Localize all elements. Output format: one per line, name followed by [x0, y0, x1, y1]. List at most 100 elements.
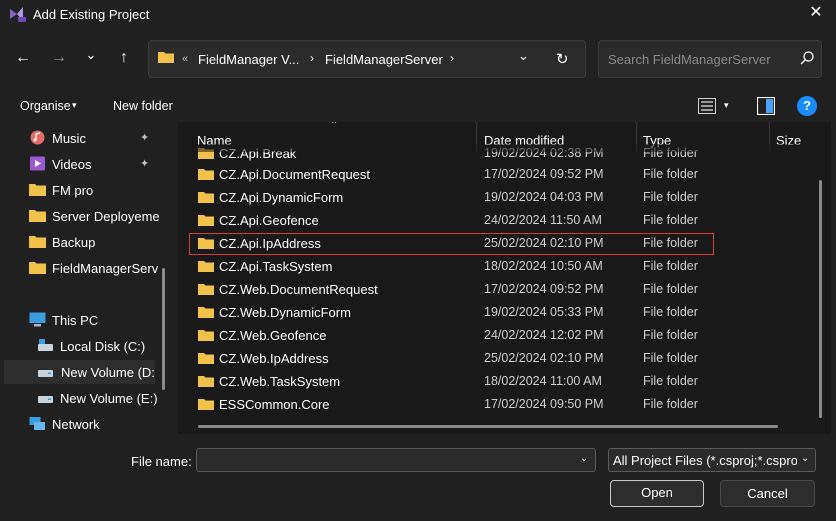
- file-type-filter-value: All Project Files (*.csproj;*.csproj: [613, 453, 797, 468]
- sidebar-item-new-volume-e[interactable]: New Volume (E:): [8, 386, 168, 410]
- table-row[interactable]: CZ.Web.TaskSystem 18/02/2024 11:00 AM Fi…: [178, 370, 798, 393]
- sidebar-item-videos[interactable]: Videos ✦: [0, 152, 160, 176]
- window-title: Add Existing Project: [33, 7, 150, 22]
- file-name-label: File name:: [131, 454, 192, 469]
- folder-icon: [198, 169, 214, 180]
- sidebar-item-network[interactable]: Network: [0, 412, 160, 434]
- sidebar-item-label: Videos: [52, 157, 92, 172]
- sidebar-item-label: New Volume (E:): [60, 391, 158, 406]
- forward-button[interactable]: →: [48, 47, 70, 69]
- folder-icon: [198, 353, 214, 364]
- table-row[interactable]: CZ.Api.TaskSystem 18/02/2024 10:50 AM Fi…: [178, 255, 798, 278]
- view-options-icon[interactable]: [698, 98, 716, 114]
- sort-ascending-icon: ⌃: [330, 122, 339, 131]
- folder-icon: [198, 399, 214, 410]
- sidebar-item-fieldmanagerserver[interactable]: FieldManagerServ: [0, 256, 160, 280]
- file-date: 24/02/2024 12:02 PM: [484, 328, 604, 342]
- sidebar-item-music[interactable]: Music ✦: [0, 126, 160, 150]
- folder-icon: [29, 210, 46, 222]
- file-name: CZ.Web.Geofence: [219, 328, 327, 343]
- folder-icon: [29, 236, 46, 248]
- file-type: File folder: [643, 213, 698, 227]
- file-type: File folder: [643, 305, 698, 319]
- table-row[interactable]: CZ.Api.DocumentRequest 17/02/2024 09:52 …: [178, 163, 798, 186]
- chevron-down-icon[interactable]: ▾: [72, 100, 77, 111]
- search-input[interactable]: Search FieldManagerServer: [608, 52, 771, 67]
- sidebar-item-fm-pro[interactable]: FM pro: [0, 178, 160, 202]
- cancel-button[interactable]: Cancel: [720, 480, 815, 507]
- help-icon[interactable]: ?: [797, 96, 817, 116]
- breadcrumb-overflow[interactable]: «: [182, 53, 188, 65]
- breadcrumb-item[interactable]: FieldManagerServer: [325, 52, 443, 67]
- table-row[interactable]: CZ.Web.DynamicForm 19/02/2024 05:33 PM F…: [178, 301, 798, 324]
- file-date: 17/02/2024 09:52 PM: [484, 282, 604, 296]
- sidebar-item-server-deployement[interactable]: Server Deployeme: [0, 204, 160, 228]
- file-type: File folder: [643, 397, 698, 411]
- file-date: 18/02/2024 10:50 AM: [484, 259, 603, 273]
- table-row[interactable]: CZ.Web.Geofence 24/02/2024 12:02 PM File…: [178, 324, 798, 347]
- preview-pane-icon[interactable]: [757, 97, 775, 115]
- network-icon: [29, 417, 45, 430]
- sidebar-item-label: Backup: [52, 235, 96, 250]
- folder-icon: [198, 192, 214, 203]
- up-button[interactable]: ↑: [113, 47, 135, 69]
- file-date: 24/02/2024 11:50 AM: [484, 213, 602, 227]
- file-type: File folder: [643, 351, 698, 365]
- folder-icon: [198, 307, 214, 318]
- chevron-down-icon[interactable]: ▾: [724, 100, 729, 111]
- file-date: 19/02/2024 05:33 PM: [484, 305, 604, 319]
- breadcrumb-item[interactable]: FieldManager V...: [198, 52, 299, 67]
- open-button[interactable]: Open: [610, 480, 704, 507]
- file-list: ⌃ Name Date modified Type Size CZ.Api.Br…: [178, 122, 831, 434]
- close-icon[interactable]: ✕: [806, 3, 826, 23]
- file-list-horizontal-scrollbar[interactable]: [198, 425, 778, 428]
- file-name: ESSCommon.Core: [219, 397, 330, 412]
- new-folder-button[interactable]: New folder: [113, 99, 173, 113]
- table-row[interactable]: ESSCommon.Core 17/02/2024 09:50 PM File …: [178, 393, 798, 416]
- file-name-input[interactable]: [196, 448, 596, 472]
- file-date: 25/02/2024 02:10 PM: [484, 351, 604, 365]
- organise-button[interactable]: Organise: [20, 99, 71, 113]
- file-name: CZ.Web.TaskSystem: [219, 374, 341, 389]
- breadcrumb-separator[interactable]: ›: [450, 51, 454, 65]
- folder-icon: [198, 215, 214, 226]
- file-type: File folder: [643, 374, 698, 388]
- sidebar-scrollbar[interactable]: [162, 268, 165, 390]
- sidebar-item-label: FieldManagerServ: [52, 261, 159, 276]
- file-date: 19/02/2024 04:03 PM: [484, 190, 604, 204]
- file-date: 17/02/2024 09:50 PM: [484, 397, 604, 411]
- folder-icon: [29, 262, 46, 274]
- chevron-down-icon[interactable]: ⌄: [801, 453, 809, 464]
- drive-icon: [38, 370, 53, 377]
- pc-icon: [29, 312, 46, 327]
- sidebar-item-backup[interactable]: Backup: [0, 230, 160, 254]
- refresh-icon[interactable]: ↻: [556, 50, 569, 68]
- file-name: CZ.Api.TaskSystem: [219, 259, 333, 274]
- file-list-vertical-scrollbar[interactable]: [819, 180, 822, 418]
- header-fade: [178, 144, 831, 152]
- table-row[interactable]: CZ.Api.Geofence 24/02/2024 11:50 AM File…: [178, 209, 798, 232]
- sidebar-item-local-disk-c[interactable]: Local Disk (C:): [8, 334, 168, 358]
- folder-icon: [198, 284, 214, 295]
- address-dropdown-icon[interactable]: ⌄: [518, 48, 529, 64]
- table-row[interactable]: CZ.Web.IpAddress 25/02/2024 02:10 PM Fil…: [178, 347, 798, 370]
- back-button[interactable]: ←: [12, 47, 34, 69]
- file-name: CZ.Web.DocumentRequest: [219, 282, 378, 297]
- sidebar-item-label: Server Deployeme: [52, 209, 160, 224]
- file-type: File folder: [643, 190, 698, 204]
- file-name: CZ.Api.DocumentRequest: [219, 167, 371, 182]
- pin-icon: ✦: [140, 132, 150, 144]
- table-row[interactable]: CZ.Web.DocumentRequest 17/02/2024 09:52 …: [178, 278, 798, 301]
- sidebar-item-this-pc[interactable]: This PC: [0, 308, 160, 332]
- sidebar-item-new-volume-d[interactable]: New Volume (D:: [4, 360, 155, 384]
- pin-icon: ✦: [140, 158, 150, 170]
- file-type: File folder: [643, 259, 698, 273]
- table-row[interactable]: CZ.Api.DynamicForm 19/02/2024 04:03 PM F…: [178, 186, 798, 209]
- search-icon[interactable]: [799, 50, 815, 66]
- drive-icon: [38, 396, 53, 403]
- chevron-down-icon[interactable]: ⌄: [580, 453, 588, 464]
- breadcrumb-separator[interactable]: ›: [310, 51, 314, 65]
- file-type: File folder: [643, 167, 698, 181]
- folder-icon: [198, 261, 214, 272]
- recent-locations-button[interactable]: ⌄: [80, 44, 102, 66]
